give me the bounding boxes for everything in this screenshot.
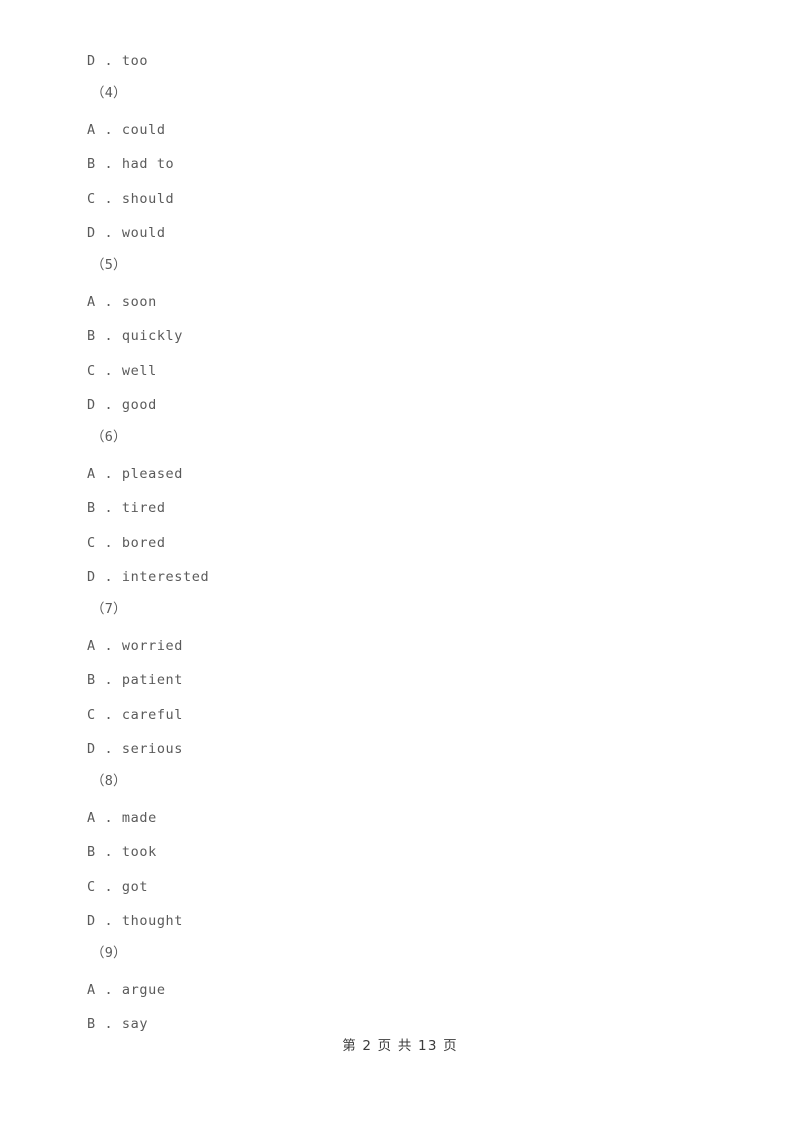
answer-option: B . tired: [87, 500, 166, 516]
answer-option: A . soon: [87, 294, 157, 310]
answer-option: C . well: [87, 363, 157, 379]
answer-option: A . argue: [87, 982, 166, 998]
answer-option: D . serious: [87, 741, 184, 757]
question-number: （5）: [91, 257, 127, 273]
answer-option: B . took: [87, 844, 157, 860]
answer-option: C . should: [87, 191, 175, 207]
answer-option: A . could: [87, 122, 166, 138]
answer-option: A . made: [87, 810, 157, 826]
answer-option: A . pleased: [87, 466, 184, 482]
answer-option: B . had to: [87, 156, 175, 172]
answer-option: C . careful: [87, 707, 184, 723]
answer-option: A . worried: [87, 638, 184, 654]
answer-option: D . interested: [87, 569, 210, 585]
answer-option: D . thought: [87, 913, 184, 929]
answer-option: D . too: [87, 53, 149, 69]
answer-option: B . say: [87, 1016, 149, 1032]
answer-option: D . would: [87, 225, 166, 241]
answer-option: D . good: [87, 397, 157, 413]
question-number: （7）: [91, 601, 127, 617]
question-number: （9）: [91, 945, 127, 961]
question-number: （6）: [91, 429, 127, 445]
question-number: （8）: [91, 773, 127, 789]
answer-option: C . got: [87, 879, 149, 895]
document-page: D . too （4） A . could B . had to C . should D…: [0, 0, 800, 1132]
answer-option: B . quickly: [87, 328, 184, 344]
answer-option: B . patient: [87, 672, 184, 688]
question-number: （4）: [91, 85, 127, 101]
page-footer: 第 2 页 共 13 页: [342, 1038, 458, 1054]
answer-option: C . bored: [87, 535, 166, 551]
